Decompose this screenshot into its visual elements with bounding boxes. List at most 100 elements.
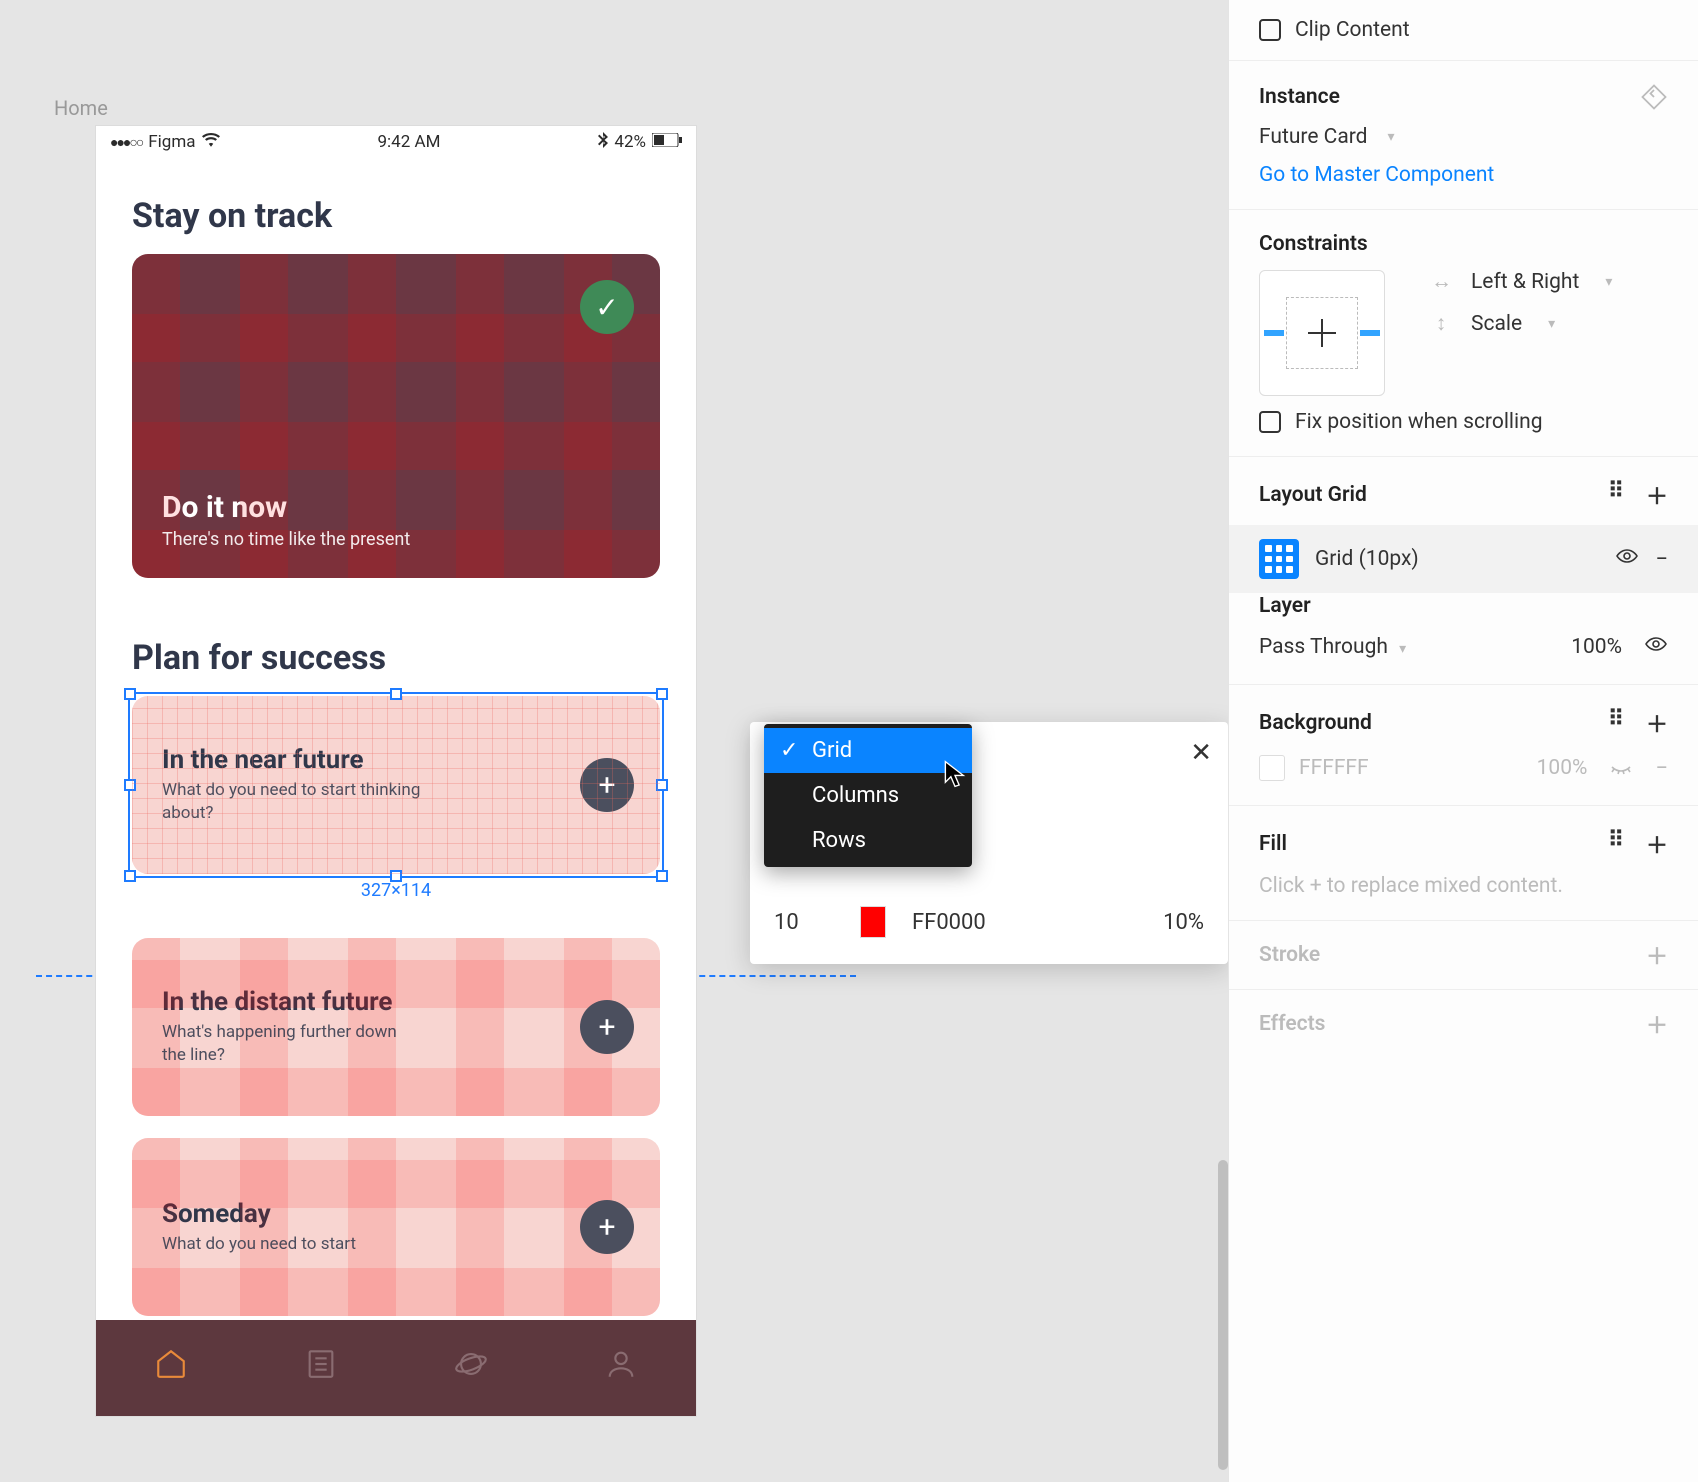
plus-icon: + xyxy=(580,1000,634,1054)
battery-label: 42% xyxy=(614,132,646,152)
grid-size-input[interactable]: 10 xyxy=(774,910,834,935)
remove-grid-button[interactable]: − xyxy=(1655,547,1668,572)
grid-styles-icon[interactable]: ⠿ xyxy=(1608,479,1624,511)
frame-label[interactable]: Home xyxy=(54,96,108,120)
heading-stay-on-track: Stay on track xyxy=(96,158,696,254)
clip-content-label: Clip Content xyxy=(1295,18,1410,42)
fill-styles-icon[interactable]: ⠿ xyxy=(1608,828,1624,860)
grid-color-swatch[interactable] xyxy=(860,906,886,938)
layer-opacity-input[interactable]: 100% xyxy=(1571,635,1622,659)
section-title: Layout Grid xyxy=(1259,483,1367,507)
tab-home-icon[interactable] xyxy=(154,1347,188,1389)
arrow-vertical-icon: ↕ xyxy=(1431,312,1451,336)
resize-handle[interactable] xyxy=(656,870,668,882)
background-swatch[interactable] xyxy=(1259,755,1285,781)
section-title: Stroke xyxy=(1259,943,1320,967)
wifi-icon xyxy=(202,133,220,151)
check-icon: ✓ xyxy=(580,280,634,334)
bluetooth-icon xyxy=(598,132,608,153)
phone-statusbar: ●●●○○ Figma 9:42 AM 42% xyxy=(96,126,696,158)
plus-icon: + xyxy=(580,1200,634,1254)
card-subtitle: There's no time like the present xyxy=(162,529,630,550)
blend-mode-select[interactable]: Pass Through xyxy=(1259,635,1388,659)
section-title: Constraints xyxy=(1259,232,1368,256)
background-opacity-input[interactable]: 100% xyxy=(1537,756,1588,780)
clock-label: 9:42 AM xyxy=(378,132,441,152)
chevron-down-icon: ▾ xyxy=(1605,274,1612,290)
add-fill-button[interactable]: ＋ xyxy=(1646,828,1668,860)
add-background-button[interactable]: ＋ xyxy=(1646,707,1668,739)
card-title: Do it now xyxy=(162,490,630,525)
battery-icon xyxy=(652,132,682,152)
chevron-down-icon: ▾ xyxy=(1548,316,1555,332)
card-title: Someday xyxy=(162,1199,630,1229)
card-title: In the near future xyxy=(162,745,630,775)
phone-tabbar xyxy=(96,1320,696,1416)
add-stroke-button[interactable]: ＋ xyxy=(1646,939,1668,971)
background-hex-input[interactable]: FFFFFF xyxy=(1299,756,1369,780)
remove-background-button[interactable]: − xyxy=(1655,756,1668,781)
fix-position-checkbox[interactable] xyxy=(1259,411,1281,433)
fix-position-label: Fix position when scrolling xyxy=(1295,410,1543,434)
constraints-widget[interactable] xyxy=(1259,270,1385,396)
layout-grid-label: Grid (10px) xyxy=(1315,547,1599,571)
grid-swatch-icon[interactable] xyxy=(1259,539,1299,579)
card-title: In the distant future xyxy=(162,987,630,1017)
dropdown-option-grid[interactable]: Grid xyxy=(764,728,972,773)
section-effects: Effects ＋ xyxy=(1229,990,1698,1058)
grid-color-opacity[interactable]: 10% xyxy=(1163,910,1204,935)
resize-handle[interactable] xyxy=(124,870,136,882)
card-do-it-now[interactable]: ✓ Do it now There's no time like the pre… xyxy=(132,254,660,578)
chevron-down-icon: ▾ xyxy=(1388,129,1395,145)
card-subtitle: What do you need to start thinking about… xyxy=(162,779,422,825)
visibility-hidden-icon[interactable] xyxy=(1609,753,1633,783)
card-someday[interactable]: Someday What do you need to start + xyxy=(132,1138,660,1316)
tab-profile-icon[interactable] xyxy=(604,1347,638,1389)
background-styles-icon[interactable]: ⠿ xyxy=(1608,707,1624,739)
plus-icon: + xyxy=(580,758,634,812)
dropdown-option-rows[interactable]: Rows xyxy=(764,818,972,863)
section-title: Layer xyxy=(1259,594,1311,618)
section-title: Background xyxy=(1259,711,1372,735)
fill-placeholder: Click + to replace mixed content. xyxy=(1259,874,1563,898)
section-title: Fill xyxy=(1259,832,1287,856)
section-background: Background ⠿ ＋ FFFFFF 100% − xyxy=(1229,685,1698,806)
constraint-horizontal-select[interactable]: Left & Right xyxy=(1471,270,1579,294)
constraint-vertical-select[interactable]: Scale xyxy=(1471,312,1522,336)
card-near-future[interactable]: In the near future What do you need to s… xyxy=(132,696,660,874)
visibility-toggle-icon[interactable] xyxy=(1615,544,1639,574)
card-distant-future[interactable]: In the distant future What's happening f… xyxy=(132,938,660,1116)
add-grid-button[interactable]: ＋ xyxy=(1646,479,1668,511)
properties-panel: Clip Content Instance Future Card ▾ Go t… xyxy=(1228,0,1698,1482)
grid-color-hex[interactable]: FF0000 xyxy=(912,910,986,935)
section-layout-grid: Layout Grid ⠿ ＋ Grid (10px) − xyxy=(1229,457,1698,572)
resize-handle[interactable] xyxy=(124,779,136,791)
close-icon[interactable]: ✕ xyxy=(1190,738,1212,768)
signal-dots-icon: ●●●○○ xyxy=(110,134,142,151)
add-effect-button[interactable]: ＋ xyxy=(1646,1008,1668,1040)
section-layer: Layer Pass Through ▾ 100% xyxy=(1229,572,1698,685)
selection-dimensions: 327×114 xyxy=(361,880,431,901)
tab-planet-icon[interactable] xyxy=(454,1347,488,1389)
dropdown-option-columns[interactable]: Columns xyxy=(764,773,972,818)
card-subtitle: What's happening further down the line? xyxy=(162,1021,422,1067)
chevron-down-icon: ▾ xyxy=(1399,641,1406,657)
grid-type-dropdown[interactable]: Grid Columns Rows xyxy=(764,724,972,867)
visibility-toggle-icon[interactable] xyxy=(1644,632,1668,662)
phone-frame[interactable]: ●●●○○ Figma 9:42 AM 42% Stay on track ✓ … xyxy=(96,126,696,1416)
resize-handle[interactable] xyxy=(656,779,668,791)
mouse-cursor-icon xyxy=(944,760,966,792)
arrow-horizontal-icon: ↔ xyxy=(1431,270,1451,294)
section-instance: Instance Future Card ▾ Go to Master Comp… xyxy=(1229,61,1698,210)
heading-plan: Plan for success xyxy=(96,600,696,696)
section-clip-content: Clip Content xyxy=(1229,0,1698,61)
reset-instance-icon[interactable] xyxy=(1640,83,1668,111)
instance-name[interactable]: Future Card xyxy=(1259,125,1368,149)
canvas-scrollbar[interactable] xyxy=(1218,1160,1228,1470)
tab-list-icon[interactable] xyxy=(304,1347,338,1389)
section-fill: Fill ⠿ ＋ Click + to replace mixed conten… xyxy=(1229,806,1698,921)
go-to-master-link[interactable]: Go to Master Component xyxy=(1259,163,1494,187)
section-constraints: Constraints ↔ Left & Right ▾ ↕ Scale xyxy=(1229,210,1698,457)
clip-content-checkbox[interactable] xyxy=(1259,19,1281,41)
section-title: Effects xyxy=(1259,1012,1325,1036)
